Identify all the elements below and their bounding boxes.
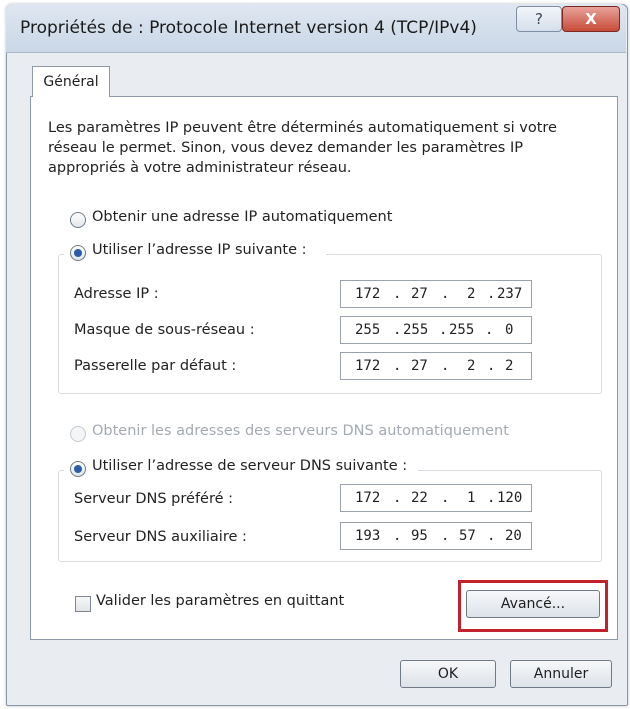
- dot: .: [441, 358, 450, 374]
- dot: .: [439, 322, 448, 338]
- octet: 255: [449, 322, 475, 338]
- octet: 2: [505, 358, 514, 374]
- preferred-dns-field[interactable]: 172 . 22 . 1 . 120: [340, 484, 532, 512]
- octet: 255: [355, 322, 381, 338]
- cancel-button[interactable]: Annuler: [510, 660, 612, 688]
- help-button[interactable]: ?: [516, 6, 562, 32]
- octet: 20: [505, 528, 522, 544]
- dot: .: [393, 528, 402, 544]
- octet: 120: [497, 490, 523, 506]
- dot: .: [441, 528, 450, 544]
- octet: 2: [467, 286, 476, 302]
- octet: 172: [355, 286, 381, 302]
- octet: 57: [459, 528, 476, 544]
- window-title: Propriétés de : Protocole Internet versi…: [20, 18, 477, 38]
- dot: .: [393, 286, 402, 302]
- subnet-mask-label: Masque de sous-réseau :: [74, 322, 255, 338]
- validate-on-exit-label: Valider les paramètres en quittant: [96, 593, 345, 609]
- radio-dns-auto[interactable]: [70, 426, 86, 442]
- octet: 95: [411, 528, 428, 544]
- radio-ip-auto[interactable]: [70, 212, 86, 228]
- radio-ip-manual-label: Utiliser l’adresse IP suivante :: [92, 242, 307, 258]
- intro-text: Les paramètres IP peuvent être déterminé…: [48, 120, 557, 176]
- dot: .: [487, 528, 496, 544]
- octet: 2: [467, 358, 476, 374]
- dot: .: [487, 286, 496, 302]
- radio-ip-auto-label: Obtenir une adresse IP automatiquement: [92, 209, 393, 225]
- octet: 172: [355, 358, 381, 374]
- octet: 27: [411, 358, 428, 374]
- dot: .: [441, 286, 450, 302]
- default-gateway-label: Passerelle par défaut :: [74, 358, 237, 374]
- tab-general[interactable]: Général: [32, 66, 110, 97]
- octet: 172: [355, 490, 381, 506]
- subnet-mask-field[interactable]: 255 . 255 . 255 . 0: [340, 316, 532, 344]
- help-icon: ?: [535, 10, 543, 28]
- radio-dns-auto-label: Obtenir les adresses des serveurs DNS au…: [92, 423, 509, 439]
- validate-on-exit-checkbox[interactable]: [75, 596, 91, 612]
- alternate-dns-field[interactable]: 193 . 95 . 57 . 20: [340, 522, 532, 550]
- dot: .: [393, 322, 402, 338]
- octet: 1: [467, 490, 476, 506]
- octet: 237: [497, 286, 523, 302]
- dot: .: [485, 322, 494, 338]
- octet: 27: [411, 286, 428, 302]
- close-button[interactable]: X: [562, 6, 620, 32]
- octet: 0: [505, 322, 514, 338]
- title-bar: Propriétés de : Protocole Internet versi…: [6, 4, 626, 53]
- default-gateway-field[interactable]: 172 . 27 . 2 . 2: [340, 352, 532, 380]
- dot: .: [393, 358, 402, 374]
- dot: .: [487, 490, 496, 506]
- ip-address-label: Adresse IP :: [74, 286, 159, 302]
- octet: 193: [355, 528, 381, 544]
- close-icon: X: [585, 10, 597, 28]
- preferred-dns-label: Serveur DNS préféré :: [74, 491, 234, 507]
- octet: 22: [411, 490, 428, 506]
- radio-dns-manual[interactable]: [70, 461, 86, 477]
- radio-dns-manual-label: Utiliser l’adresse de serveur DNS suivan…: [92, 458, 408, 474]
- dot: .: [487, 358, 496, 374]
- dot: .: [393, 490, 402, 506]
- dot: .: [441, 490, 450, 506]
- alternate-dns-label: Serveur DNS auxiliaire :: [74, 529, 247, 545]
- advanced-button[interactable]: Avancé...: [466, 590, 600, 618]
- radio-ip-manual[interactable]: [70, 245, 86, 261]
- ip-address-field[interactable]: 172 . 27 . 2 . 237: [340, 280, 532, 308]
- ok-button[interactable]: OK: [400, 660, 496, 688]
- octet: 255: [403, 322, 429, 338]
